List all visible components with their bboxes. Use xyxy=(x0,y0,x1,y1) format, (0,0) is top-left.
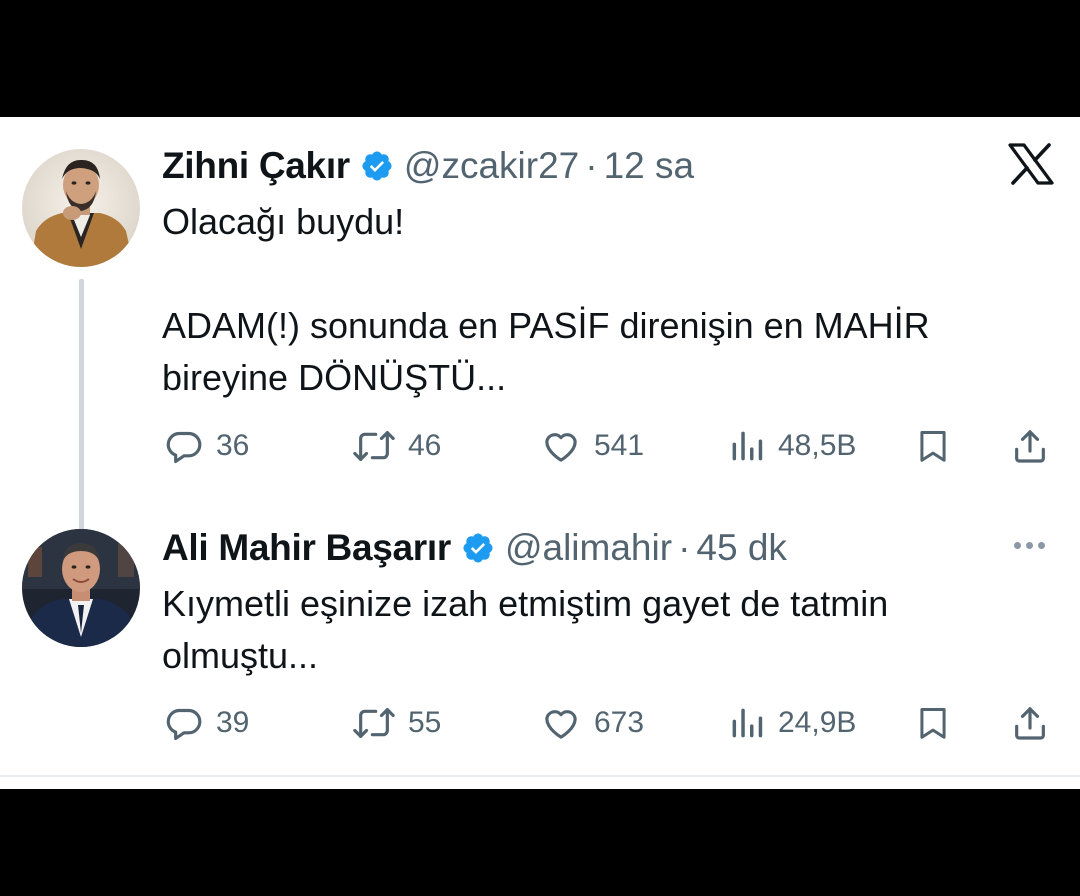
verified-badge-icon xyxy=(461,531,495,565)
reply-count: 39 xyxy=(216,706,250,739)
views-count: 24,9B xyxy=(778,706,857,739)
tweet-text-line: olmuştu... xyxy=(162,635,319,676)
avatar[interactable] xyxy=(22,529,140,647)
more-dot xyxy=(1026,542,1033,549)
tweet-time[interactable]: 12 sa xyxy=(604,145,695,187)
reply-count: 36 xyxy=(216,429,250,462)
author-handle[interactable]: @alimahir xyxy=(505,527,672,569)
heart-icon xyxy=(545,433,577,462)
tweet-time[interactable]: 45 dk xyxy=(696,527,787,569)
heart-icon xyxy=(545,710,577,739)
share-icon xyxy=(1015,707,1045,740)
author-name[interactable]: Ali Mahir Başarır xyxy=(162,527,451,569)
bookmark-button[interactable] xyxy=(914,422,952,470)
reply-button[interactable]: 36 xyxy=(164,422,249,470)
author-handle[interactable]: @zcakir27 xyxy=(404,145,579,187)
repost-count: 46 xyxy=(408,429,442,462)
verified-badge-icon xyxy=(360,149,394,183)
like-count: 541 xyxy=(594,429,645,462)
repost-icon xyxy=(353,708,395,738)
tweet-text-line: Olacağı buydu! xyxy=(162,201,405,242)
separator-dot: · xyxy=(678,527,691,568)
divider xyxy=(0,775,1080,777)
screenshot-card: Zihni Çakır @zcakir27 · 12 sa Olacağı bu… xyxy=(0,117,1080,789)
views-button[interactable]: 48,5B xyxy=(728,422,856,470)
tweet-text-line: Kıymetli eşinize izah etmiştim gayet de … xyxy=(162,583,889,624)
x-logo-icon[interactable] xyxy=(1008,143,1054,190)
tweet-text: Olacağı buydu! ADAM(!) sonunda en PASİF … xyxy=(162,196,1042,404)
repost-button[interactable]: 55 xyxy=(352,699,441,747)
like-button[interactable]: 541 xyxy=(540,422,644,470)
like-button[interactable]: 673 xyxy=(540,699,644,747)
views-icon xyxy=(732,708,763,738)
repost-icon xyxy=(353,431,395,461)
reply-icon xyxy=(166,431,202,464)
tweet-actions: 36 46 541 48,5B xyxy=(162,422,1052,470)
more-dot xyxy=(1014,542,1021,549)
reply-button[interactable]: 39 xyxy=(164,699,249,747)
separator-dot: · xyxy=(585,145,598,186)
repost-button[interactable]: 46 xyxy=(352,422,441,470)
share-button[interactable] xyxy=(1010,422,1050,470)
avatar[interactable] xyxy=(22,149,140,267)
share-button[interactable] xyxy=(1010,699,1050,747)
tweet-header: Zihni Çakır @zcakir27 · 12 sa xyxy=(162,138,694,194)
repost-count: 55 xyxy=(408,706,442,739)
views-icon xyxy=(732,431,763,461)
reply-icon xyxy=(166,708,202,741)
like-count: 673 xyxy=(594,706,645,739)
views-count: 48,5B xyxy=(778,429,857,462)
tweet-actions: 39 55 673 24,9B xyxy=(162,699,1052,747)
more-icon[interactable] xyxy=(1014,542,1045,549)
author-name[interactable]: Zihni Çakır xyxy=(162,145,350,187)
views-button[interactable]: 24,9B xyxy=(728,699,856,747)
share-icon xyxy=(1015,430,1045,463)
bookmark-button[interactable] xyxy=(914,699,952,747)
tweet-text-line: bireyine DÖNÜŞTÜ... xyxy=(162,357,507,398)
bookmark-icon xyxy=(920,431,946,462)
bookmark-icon xyxy=(920,708,946,739)
tweet-header: Ali Mahir Başarır @alimahir · 45 dk xyxy=(162,520,787,576)
tweet-text: Kıymetli eşinize izah etmiştim gayet de … xyxy=(162,578,1042,682)
more-dot xyxy=(1038,542,1045,549)
tweet-text-line: ADAM(!) sonunda en PASİF direnişin en MA… xyxy=(162,305,930,346)
